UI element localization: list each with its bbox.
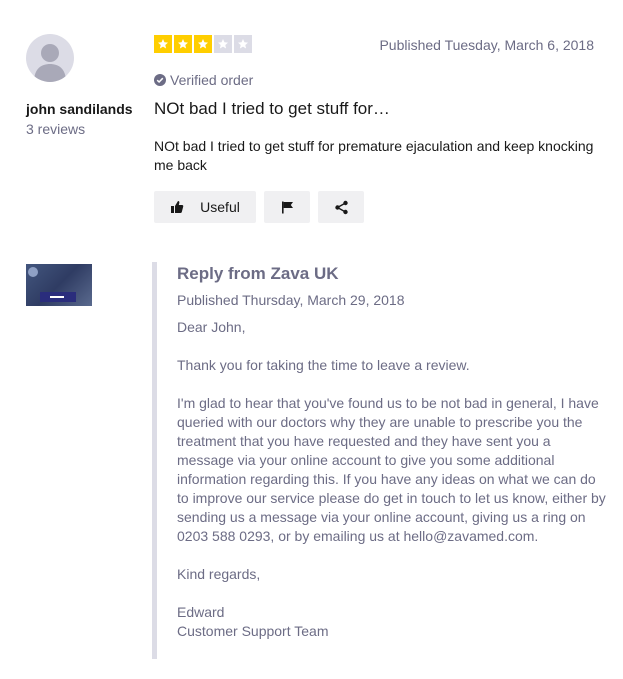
- reviewer-name[interactable]: john sandilands: [26, 101, 133, 117]
- logo-bar: [40, 292, 76, 302]
- star-icon: [214, 35, 232, 53]
- review-actions: Useful: [154, 191, 364, 223]
- company-logo[interactable]: [26, 264, 92, 306]
- thumbs-up-icon: [171, 201, 184, 213]
- reply-body: Dear John, Thank you for taking the time…: [177, 318, 607, 641]
- star-icon: [174, 35, 192, 53]
- share-icon: [334, 200, 348, 214]
- reply-published-date: Published Thursday, March 29, 2018: [177, 292, 405, 308]
- reviewer-review-count: 3 reviews: [26, 121, 86, 137]
- star-rating: [154, 35, 252, 53]
- reply-paragraph: Thank you for taking the time to leave a…: [177, 357, 470, 373]
- star-icon: [154, 35, 172, 53]
- verified-label: Verified order: [170, 72, 254, 88]
- reply-signoff: Kind regards,: [177, 566, 261, 582]
- avatar[interactable]: [26, 34, 74, 82]
- check-circle-icon: [154, 74, 166, 86]
- useful-label: Useful: [200, 199, 240, 215]
- reply-signature-team: Customer Support Team: [177, 623, 329, 639]
- star-icon: [194, 35, 212, 53]
- flag-icon: [281, 201, 293, 213]
- review-title[interactable]: NOt bad I tried to get stuff for…: [154, 99, 390, 119]
- flag-button[interactable]: [264, 191, 310, 223]
- star-icon: [234, 35, 252, 53]
- user-silhouette-icon: [34, 44, 66, 82]
- company-reply: Reply from Zava UK Published Thursday, M…: [152, 262, 606, 659]
- verified-order-badge: Verified order: [154, 72, 253, 88]
- reply-title: Reply from Zava UK: [177, 264, 339, 283]
- logo-glow: [28, 267, 38, 277]
- reply-greeting: Dear John,: [177, 319, 246, 335]
- share-button[interactable]: [318, 191, 364, 223]
- useful-button[interactable]: Useful: [154, 191, 256, 223]
- reply-signature-name: Edward: [177, 604, 225, 620]
- reply-paragraph: I'm glad to hear that you've found us to…: [177, 395, 606, 544]
- review-body: NOt bad I tried to get stuff for prematu…: [154, 138, 594, 173]
- review-published-date: Published Tuesday, March 6, 2018: [379, 37, 594, 53]
